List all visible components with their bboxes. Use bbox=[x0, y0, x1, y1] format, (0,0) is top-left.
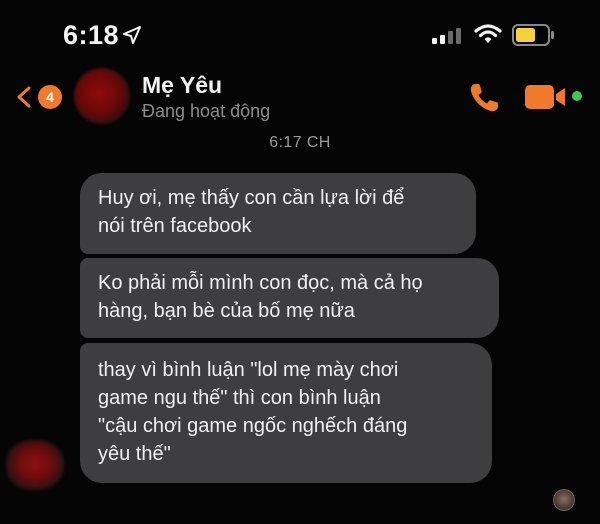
chevron-left-icon[interactable] bbox=[16, 86, 32, 108]
message-text-line: nói trên facebook bbox=[98, 215, 252, 237]
battery-low-icon bbox=[512, 24, 554, 46]
online-status-dot bbox=[572, 91, 582, 101]
message-text-line: "cậu chơi game ngốc nghếch đáng bbox=[98, 415, 408, 437]
message-text-line: Ko phải mỗi mình con đọc, mà cả họ bbox=[98, 272, 423, 294]
cellular-signal-icon bbox=[432, 28, 461, 44]
wifi-icon bbox=[474, 24, 502, 43]
contact-avatar[interactable] bbox=[74, 68, 130, 124]
message-bubble[interactable]: Huy ơi, mẹ thấy con cần lựa lời để nói t… bbox=[80, 173, 476, 254]
message-text-line: thay vì bình luận "lol mẹ mày chơi bbox=[98, 359, 399, 381]
contact-name[interactable]: Mẹ Yêu bbox=[142, 72, 222, 99]
message-bubble[interactable]: Ko phải mỗi mình con đọc, mà cả họ hàng,… bbox=[80, 258, 499, 338]
phone-icon[interactable] bbox=[467, 81, 501, 115]
status-time: 6:18 bbox=[63, 20, 120, 50]
video-camera-icon[interactable] bbox=[525, 84, 567, 110]
message-bubble[interactable]: thay vì bình luận "lol mẹ mày chơi game … bbox=[80, 343, 492, 483]
seen-receipt-avatar bbox=[553, 489, 575, 511]
status-bar: 6:18 bbox=[0, 0, 600, 70]
contact-status: Đang hoạt động bbox=[142, 101, 271, 121]
message-text-line: hàng, bạn bè của bố mẹ nữa bbox=[98, 300, 355, 322]
sender-avatar[interactable] bbox=[6, 440, 64, 490]
message-text-line: game ngu thế" thì con bình luận bbox=[98, 387, 381, 409]
message-text-line: yêu thế" bbox=[98, 443, 171, 465]
location-arrow-icon bbox=[123, 26, 141, 44]
unread-count-badge[interactable]: 4 bbox=[38, 85, 62, 109]
message-timestamp: 6:17 CH bbox=[269, 134, 331, 151]
message-text-line: Huy ơi, mẹ thấy con cần lựa lời để bbox=[98, 187, 405, 209]
